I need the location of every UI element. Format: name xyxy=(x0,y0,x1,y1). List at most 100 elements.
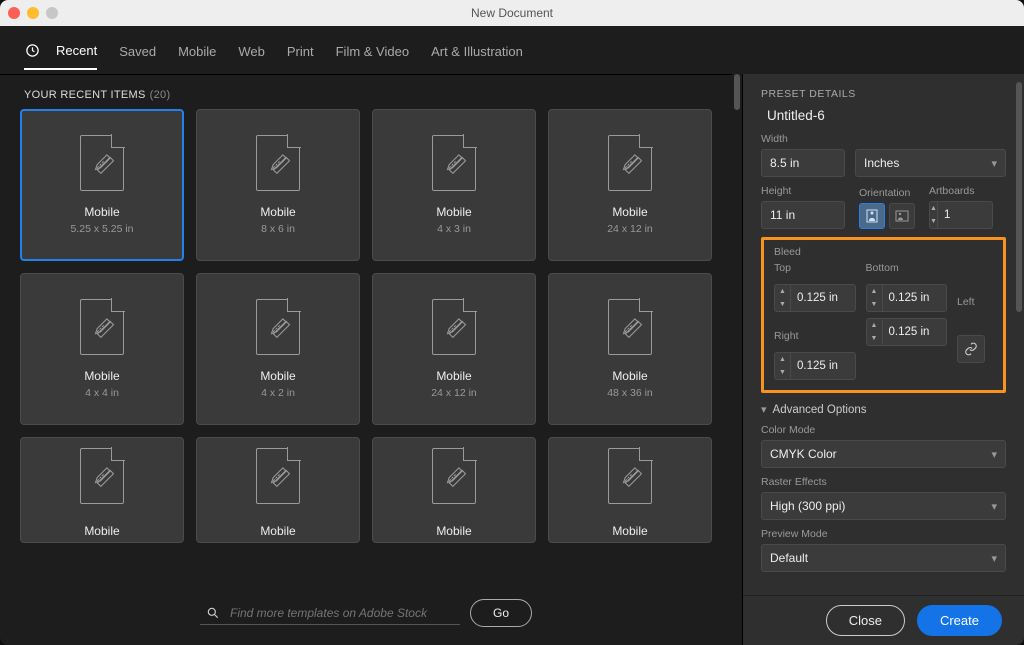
tab-art-illustration[interactable]: Art & Illustration xyxy=(431,44,523,69)
orientation-label: Orientation xyxy=(859,187,915,199)
preset-card[interactable]: Mobile 4 x 2 in xyxy=(196,273,360,425)
artboards-stepper[interactable]: ▲▼ xyxy=(929,201,993,229)
titlebar: New Document xyxy=(0,0,1024,26)
left-scrollbar-thumb[interactable] xyxy=(734,74,740,110)
create-button[interactable]: Create xyxy=(917,605,1002,636)
preset-card[interactable]: Mobile xyxy=(20,437,184,543)
dialog-footer: Close Create xyxy=(743,595,1024,645)
tab-recent[interactable]: Recent xyxy=(24,42,97,70)
preset-card-dimensions: 24 x 12 in xyxy=(431,387,477,399)
units-select[interactable]: Inches▾ xyxy=(855,149,1006,177)
bleed-label: Bleed xyxy=(774,246,993,258)
advanced-options-toggle[interactable]: ▾ Advanced Options xyxy=(761,403,1006,416)
preset-card[interactable]: Mobile xyxy=(372,437,536,543)
color-mode-select[interactable]: CMYK Color▾ xyxy=(761,440,1006,468)
window-title: New Document xyxy=(0,6,1024,20)
stock-go-button[interactable]: Go xyxy=(470,599,532,627)
preset-card[interactable]: Mobile 5.25 x 5.25 in xyxy=(20,109,184,261)
close-button[interactable]: Close xyxy=(826,605,905,636)
step-down-icon[interactable]: ▼ xyxy=(930,215,937,228)
document-icon xyxy=(608,135,652,191)
preset-card[interactable]: Mobile 4 x 4 in xyxy=(20,273,184,425)
orientation-portrait[interactable] xyxy=(859,203,885,229)
preset-name-field[interactable]: Untitled-6 xyxy=(767,108,1006,123)
preset-card[interactable]: Mobile xyxy=(548,437,712,543)
preset-card-dimensions: 4 x 4 in xyxy=(85,387,119,399)
document-icon xyxy=(256,448,300,504)
preset-card-name: Mobile xyxy=(260,524,295,538)
left-scrollbar[interactable] xyxy=(732,74,742,645)
preset-card-name: Mobile xyxy=(84,205,119,219)
tab-web[interactable]: Web xyxy=(238,44,265,69)
bleed-right-label: Right xyxy=(774,330,856,342)
chevron-down-icon: ▾ xyxy=(991,157,997,170)
preset-card-name: Mobile xyxy=(436,205,471,219)
bleed-top-field[interactable]: ▲▼ xyxy=(774,284,856,312)
preset-card-name: Mobile xyxy=(84,524,119,538)
preview-mode-select[interactable]: Default▾ xyxy=(761,544,1006,572)
document-icon xyxy=(608,299,652,355)
new-document-window: New Document Recent Saved Mobile Web Pri… xyxy=(0,0,1024,645)
document-icon xyxy=(432,135,476,191)
document-icon xyxy=(432,299,476,355)
preset-card[interactable]: Mobile8 x 6 in xyxy=(196,109,360,261)
raster-effects-select[interactable]: High (300 ppi)▾ xyxy=(761,492,1006,520)
recent-icon xyxy=(24,42,40,58)
preset-card-name: Mobile xyxy=(612,524,647,538)
presets-panel: YOUR RECENT ITEMS(20) Mobile5.25 x 5.25 … xyxy=(0,74,732,645)
bleed-bottom-field[interactable]: ▲▼ xyxy=(866,284,948,312)
preset-card-dimensions: 48 x 36 in xyxy=(607,387,653,399)
bleed-left-field[interactable]: ▲▼ xyxy=(866,318,948,346)
preset-card-dimensions: 8 x 6 in xyxy=(261,223,295,235)
preset-card-name: Mobile xyxy=(612,369,647,383)
tab-mobile[interactable]: Mobile xyxy=(178,44,216,69)
link-bleed-button[interactable] xyxy=(957,335,985,363)
color-mode-label: Color Mode xyxy=(761,424,1006,436)
preset-card[interactable]: Mobile 48 x 36 in xyxy=(548,273,712,425)
chevron-down-icon: ▾ xyxy=(761,403,767,416)
preset-card[interactable]: Mobile 24 x 12 in xyxy=(548,109,712,261)
height-field[interactable]: 11 in xyxy=(761,201,845,229)
stock-search-input[interactable] xyxy=(230,606,454,620)
preset-card-name: Mobile xyxy=(84,369,119,383)
width-field[interactable]: 8.5 in xyxy=(761,149,845,177)
artboards-value[interactable] xyxy=(938,202,993,228)
preset-card-name: Mobile xyxy=(436,524,471,538)
preset-card-name: Mobile xyxy=(260,369,295,383)
document-icon xyxy=(432,448,476,504)
height-label: Height xyxy=(761,185,845,197)
preset-card[interactable]: Mobile4 x 3 in xyxy=(372,109,536,261)
tab-print[interactable]: Print xyxy=(287,44,314,69)
category-tabs: Recent Saved Mobile Web Print Film & Vid… xyxy=(0,26,1024,74)
preset-card-name: Mobile xyxy=(436,369,471,383)
search-icon xyxy=(206,606,220,620)
document-icon xyxy=(80,135,124,191)
document-icon xyxy=(80,299,124,355)
preset-card[interactable]: Mobile 24 x 12 in xyxy=(372,273,536,425)
bleed-bottom-label: Bottom xyxy=(866,262,948,274)
tab-recent-label: Recent xyxy=(56,43,97,58)
preset-grid: Mobile5.25 x 5.25 inMobile8 x 6 inMobile… xyxy=(20,109,712,543)
bleed-section: Bleed Top Bottom ▲▼ ▲▼ Left Right xyxy=(761,237,1006,393)
right-scrollbar-thumb[interactable] xyxy=(1016,82,1022,312)
step-up-icon[interactable]: ▲ xyxy=(930,202,937,215)
preset-card-dimensions: 24 x 12 in xyxy=(607,223,653,235)
bleed-top-label: Top xyxy=(774,262,856,274)
width-label: Width xyxy=(761,133,1006,145)
adobe-stock-bar: Go xyxy=(0,585,732,645)
bleed-right-field[interactable]: ▲▼ xyxy=(774,352,856,380)
artboards-label: Artboards xyxy=(929,185,993,197)
preset-card[interactable]: Mobile xyxy=(196,437,360,543)
tab-film-video[interactable]: Film & Video xyxy=(336,44,409,69)
raster-effects-label: Raster Effects xyxy=(761,476,1006,488)
preview-mode-label: Preview Mode xyxy=(761,528,1006,540)
preset-card-dimensions: 5.25 x 5.25 in xyxy=(70,223,133,235)
preset-card-dimensions: 4 x 2 in xyxy=(261,387,295,399)
preset-details-heading: PRESET DETAILS xyxy=(761,88,1006,100)
preset-details-panel: PRESET DETAILS Untitled-6 Width 8.5 in I… xyxy=(742,74,1024,645)
preset-card-name: Mobile xyxy=(612,205,647,219)
document-icon xyxy=(80,448,124,504)
tab-saved[interactable]: Saved xyxy=(119,44,156,69)
document-icon xyxy=(256,299,300,355)
orientation-landscape[interactable] xyxy=(889,203,915,229)
